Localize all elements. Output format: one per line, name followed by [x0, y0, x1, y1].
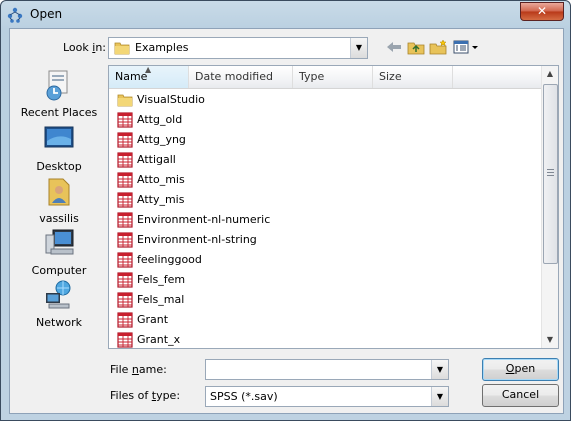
place-computer[interactable]: Computer [16, 227, 102, 277]
data-file-icon [117, 172, 133, 188]
file-name: Grant_x [137, 333, 181, 346]
file-name: Fels_mal [137, 293, 185, 306]
list-item[interactable]: VisualStudio [115, 90, 535, 110]
column-type[interactable]: Type [293, 66, 373, 88]
computer-icon [45, 229, 74, 255]
file-name: Environment-nl-string [137, 233, 257, 246]
data-file-icon [117, 132, 133, 148]
chevron-down-icon[interactable]: ▼ [350, 38, 367, 58]
list-item[interactable]: Attg_yng [115, 130, 535, 150]
column-size[interactable]: Size [373, 66, 453, 88]
dialog-body: Look in: Examples ▼ Recent Places Deskto… [9, 28, 564, 414]
file-name: Fels_fem [137, 273, 186, 286]
data-file-icon [117, 252, 133, 268]
file-type-value: SPSS (*.sav) [210, 390, 278, 403]
file-name: feelinggood [137, 253, 202, 266]
up-folder-icon[interactable] [406, 39, 426, 55]
look-in-value: Examples [135, 41, 189, 54]
place-recent-places[interactable]: Recent Places [16, 69, 102, 119]
data-file-icon [117, 292, 133, 308]
place-label: Desktop [36, 160, 82, 173]
scroll-down-icon[interactable]: ▼ [542, 332, 558, 348]
file-name: Attg_old [137, 113, 183, 126]
app-icon [7, 7, 23, 23]
file-rows: VisualStudio Attg_old Attg_yng Attigall Atto… [115, 90, 535, 350]
file-name: VisualStudio [137, 93, 205, 106]
place-network[interactable]: Network [16, 279, 102, 329]
list-item[interactable]: Grant [115, 310, 535, 330]
open-dialog: Open ✕ Look in: Examples ▼ Recent Places… [0, 0, 571, 421]
window-title: Open [30, 7, 63, 21]
data-file-icon [117, 192, 133, 208]
title-bar[interactable]: Open ✕ [1, 1, 570, 28]
list-item[interactable]: Atto_mis [115, 170, 535, 190]
file-name-label: File name: [110, 363, 167, 376]
cancel-button[interactable]: Cancel [482, 384, 559, 407]
file-name: Attigall [137, 153, 176, 166]
list-item[interactable]: Fels_mal [115, 290, 535, 310]
open-button[interactable]: Open [482, 358, 559, 381]
close-button[interactable]: ✕ [520, 2, 564, 21]
network-icon [46, 280, 71, 309]
file-type-dropdown[interactable]: SPSS (*.sav) ▼ [205, 386, 449, 407]
file-name: Attg_yng [137, 133, 186, 146]
sort-ascending-icon: ▲ [145, 65, 152, 74]
file-name: Atto_mis [137, 173, 185, 186]
column-date-modified[interactable]: Date modified [189, 66, 293, 88]
file-name: Environment-nl-numeric [137, 213, 271, 226]
list-item[interactable]: Fels_fem [115, 270, 535, 290]
data-file-icon [117, 332, 133, 348]
column-header: ▲ Name Date modified Type Size [109, 65, 542, 89]
data-file-icon [117, 212, 133, 228]
place-label: Network [36, 316, 82, 329]
list-item[interactable]: Environment-nl-numeric [115, 210, 535, 230]
column-name[interactable]: ▲ Name [109, 65, 189, 88]
scroll-thumb[interactable] [543, 84, 558, 264]
new-folder-icon[interactable] [428, 39, 448, 55]
folder-icon [114, 42, 130, 55]
look-in-dropdown[interactable]: Examples ▼ [108, 37, 368, 59]
file-list[interactable]: ▲ Name Date modified Type Size VisualStu… [108, 65, 559, 349]
file-name: Atty_mis [137, 193, 185, 206]
desktop-icon [44, 126, 74, 148]
look-in-label: Look in: [63, 41, 107, 54]
back-arrow-icon[interactable] [384, 39, 404, 55]
place-label: Computer [31, 264, 87, 277]
file-name: Grant [137, 313, 169, 326]
data-file-icon [117, 312, 133, 328]
folder-icon [117, 92, 133, 108]
list-item[interactable]: Environment-nl-string [115, 230, 535, 250]
places-bar: Recent Places Desktop vassilis Computer … [16, 65, 102, 365]
user-folder-icon [48, 178, 70, 206]
data-file-icon [117, 152, 133, 168]
place-label: Recent Places [20, 106, 98, 119]
recent-places-icon [46, 70, 68, 101]
place-user-folder[interactable]: vassilis [16, 175, 102, 225]
vertical-scrollbar[interactable]: ▲ ▼ [541, 66, 558, 348]
scroll-up-icon[interactable]: ▲ [542, 66, 558, 82]
list-item[interactable]: feelinggood [115, 250, 535, 270]
place-label: vassilis [39, 212, 79, 225]
data-file-icon [117, 232, 133, 248]
chevron-down-icon[interactable]: ▼ [431, 360, 448, 379]
views-menu-icon[interactable] [452, 39, 480, 55]
file-name-input[interactable]: ▼ [205, 359, 449, 380]
chevron-down-icon[interactable]: ▼ [431, 387, 448, 406]
list-item[interactable]: Attg_old [115, 110, 535, 130]
place-desktop[interactable]: Desktop [16, 123, 102, 173]
data-file-icon [117, 272, 133, 288]
list-item[interactable]: Atty_mis [115, 190, 535, 210]
files-of-type-label: Files of type: [110, 389, 181, 402]
list-item[interactable]: Attigall [115, 150, 535, 170]
data-file-icon [117, 112, 133, 128]
list-item[interactable]: Grant_x [115, 330, 535, 350]
